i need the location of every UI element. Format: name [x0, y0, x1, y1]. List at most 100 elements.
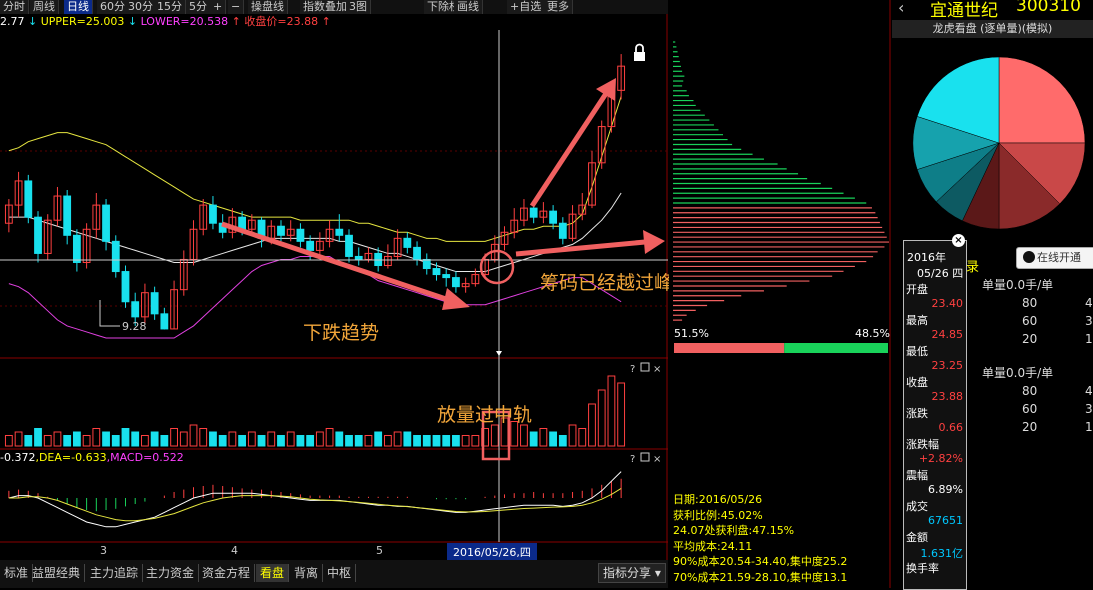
index-share-label: 指标分享 — [603, 566, 652, 580]
volume-bar — [549, 431, 558, 447]
volume-bar — [72, 431, 81, 447]
candle-body — [150, 292, 159, 315]
tooltip-label: 金额 — [906, 531, 928, 544]
stock-name: 宜通世纪 — [930, 1, 998, 21]
tooltip-value: 24.85 — [931, 328, 964, 341]
order-value: 80 — [1022, 384, 1038, 398]
candle-body — [277, 225, 285, 236]
online-open-button[interactable]: 在线开通 — [1016, 247, 1093, 269]
volume-bar — [267, 431, 276, 447]
volume-bar — [315, 431, 324, 447]
volume-bar — [354, 435, 363, 447]
chip-bar-red — [674, 343, 785, 353]
volume-bar — [34, 428, 42, 447]
tooltip-value: 23.88 — [931, 390, 964, 403]
volume-label: 放量过中轨 — [437, 404, 533, 426]
tooltip-year: 2016年 — [907, 251, 946, 264]
volume-bar — [238, 435, 247, 447]
volume-bar — [471, 435, 480, 447]
candle-body — [432, 268, 441, 276]
tooltip-value: 23.25 — [931, 359, 964, 372]
volume-panel-controls[interactable]: ? × — [630, 362, 661, 375]
volume-bar — [539, 428, 548, 447]
tooltip-value: 6.89% — [928, 483, 963, 496]
candle-body — [102, 204, 110, 242]
boll-upper-line — [8, 96, 622, 242]
chip-info-line: 24.07处获利盘:47.15% — [673, 524, 795, 537]
chip-info-line: 70%成本21.59-28.10,集中度13.1 — [673, 570, 848, 584]
date-axis: 3 4 5 2016/05/26,四 — [0, 543, 668, 561]
order-value: 20 — [1022, 332, 1038, 346]
volume-bar — [92, 428, 101, 447]
candle-body — [413, 246, 421, 260]
svg-text:?: ? — [630, 454, 635, 465]
chip-info-line: 获利比例:45.02% — [673, 508, 763, 522]
indicator-tab[interactable]: 主力追踪 — [86, 564, 144, 582]
tooltip-value: +2.82% — [918, 452, 963, 465]
order-value: 4 — [1085, 384, 1093, 398]
candle-body — [558, 222, 567, 239]
indicator-tab[interactable]: 背离 — [290, 564, 324, 582]
candle-body — [452, 277, 460, 288]
order-value: 4 — [1085, 296, 1093, 310]
volume-bar — [24, 435, 33, 447]
volume-bar — [199, 428, 208, 447]
tooltip-value: 67651 — [928, 514, 963, 527]
tooltip-date: 05/26 四 — [917, 267, 964, 280]
volume-bar — [286, 431, 295, 447]
candle-body — [529, 207, 538, 218]
dea-line — [8, 487, 622, 522]
breakout-arrow — [515, 230, 665, 257]
tooltip-label: 涨跌幅 — [906, 438, 939, 451]
indicator-tab[interactable]: 资金方程 — [198, 564, 256, 582]
candle-body — [24, 180, 33, 218]
low-price-label: 9.28 — [122, 320, 147, 333]
svg-text:?: ? — [630, 364, 635, 375]
chip-info-line: 90%成本20.54-34.40,集中度25.2 — [673, 555, 848, 568]
candle-body — [72, 234, 81, 263]
volume-bar — [111, 435, 120, 447]
boll-lines — [8, 96, 622, 339]
chip-left-pct: 51.5% — [674, 327, 709, 340]
volume-bar — [247, 431, 256, 447]
indicator-tab[interactable]: 中枢 — [323, 564, 357, 582]
macd-panel-controls[interactable]: ? × — [630, 452, 661, 465]
candle-body — [374, 252, 383, 267]
candle-body — [34, 216, 42, 254]
candle-body — [403, 237, 412, 248]
chip-info: 日期:2016/05/26 获利比例:45.02% 24.07处获利盘:47.15%… — [673, 492, 847, 585]
tooltip-label: 收盘 — [906, 376, 928, 389]
indicator-tab[interactable]: 主力资金 — [142, 564, 200, 582]
tooltip-value: 0.66 — [938, 421, 964, 434]
volume-bar — [413, 435, 421, 447]
volume-bar — [257, 435, 266, 447]
chip-info-line: 日期:2016/05/26 — [673, 493, 763, 506]
pie-slice — [998, 56, 1086, 144]
candle-body — [111, 240, 120, 273]
tooltip-close-icon[interactable]: × — [952, 234, 965, 247]
candle-body — [160, 313, 169, 330]
breakout-circle — [479, 249, 515, 285]
order-block-title: 单量0.0手/单 — [982, 278, 1054, 292]
volume-bar — [374, 431, 383, 447]
volume-bar — [490, 424, 499, 447]
volume-bar — [189, 424, 198, 447]
volume-bar — [141, 435, 149, 447]
tooltip-label: 成交 — [906, 500, 928, 513]
volume-bar — [383, 435, 392, 447]
crosshair-arrow-icon — [496, 351, 502, 356]
record-label: 录 — [966, 260, 980, 275]
tooltip-label: 涨跌 — [906, 407, 928, 420]
back-icon[interactable]: ‹ — [898, 0, 904, 17]
index-share-button[interactable]: 指标分享 ▾ — [598, 563, 666, 583]
macd-panel — [8, 471, 622, 528]
volume-bar — [121, 428, 130, 447]
tooltip-value: 23.40 — [931, 297, 964, 310]
chip-info-line: 平均成本:24.11 — [673, 539, 753, 553]
volume-bar — [43, 435, 52, 447]
volume-bar — [218, 435, 227, 447]
indicator-tab[interactable]: 看盘 — [256, 564, 290, 582]
indicator-tab[interactable]: 益盟经典 — [28, 564, 86, 582]
volume-bar — [277, 435, 285, 447]
lock-icon[interactable] — [634, 43, 645, 61]
